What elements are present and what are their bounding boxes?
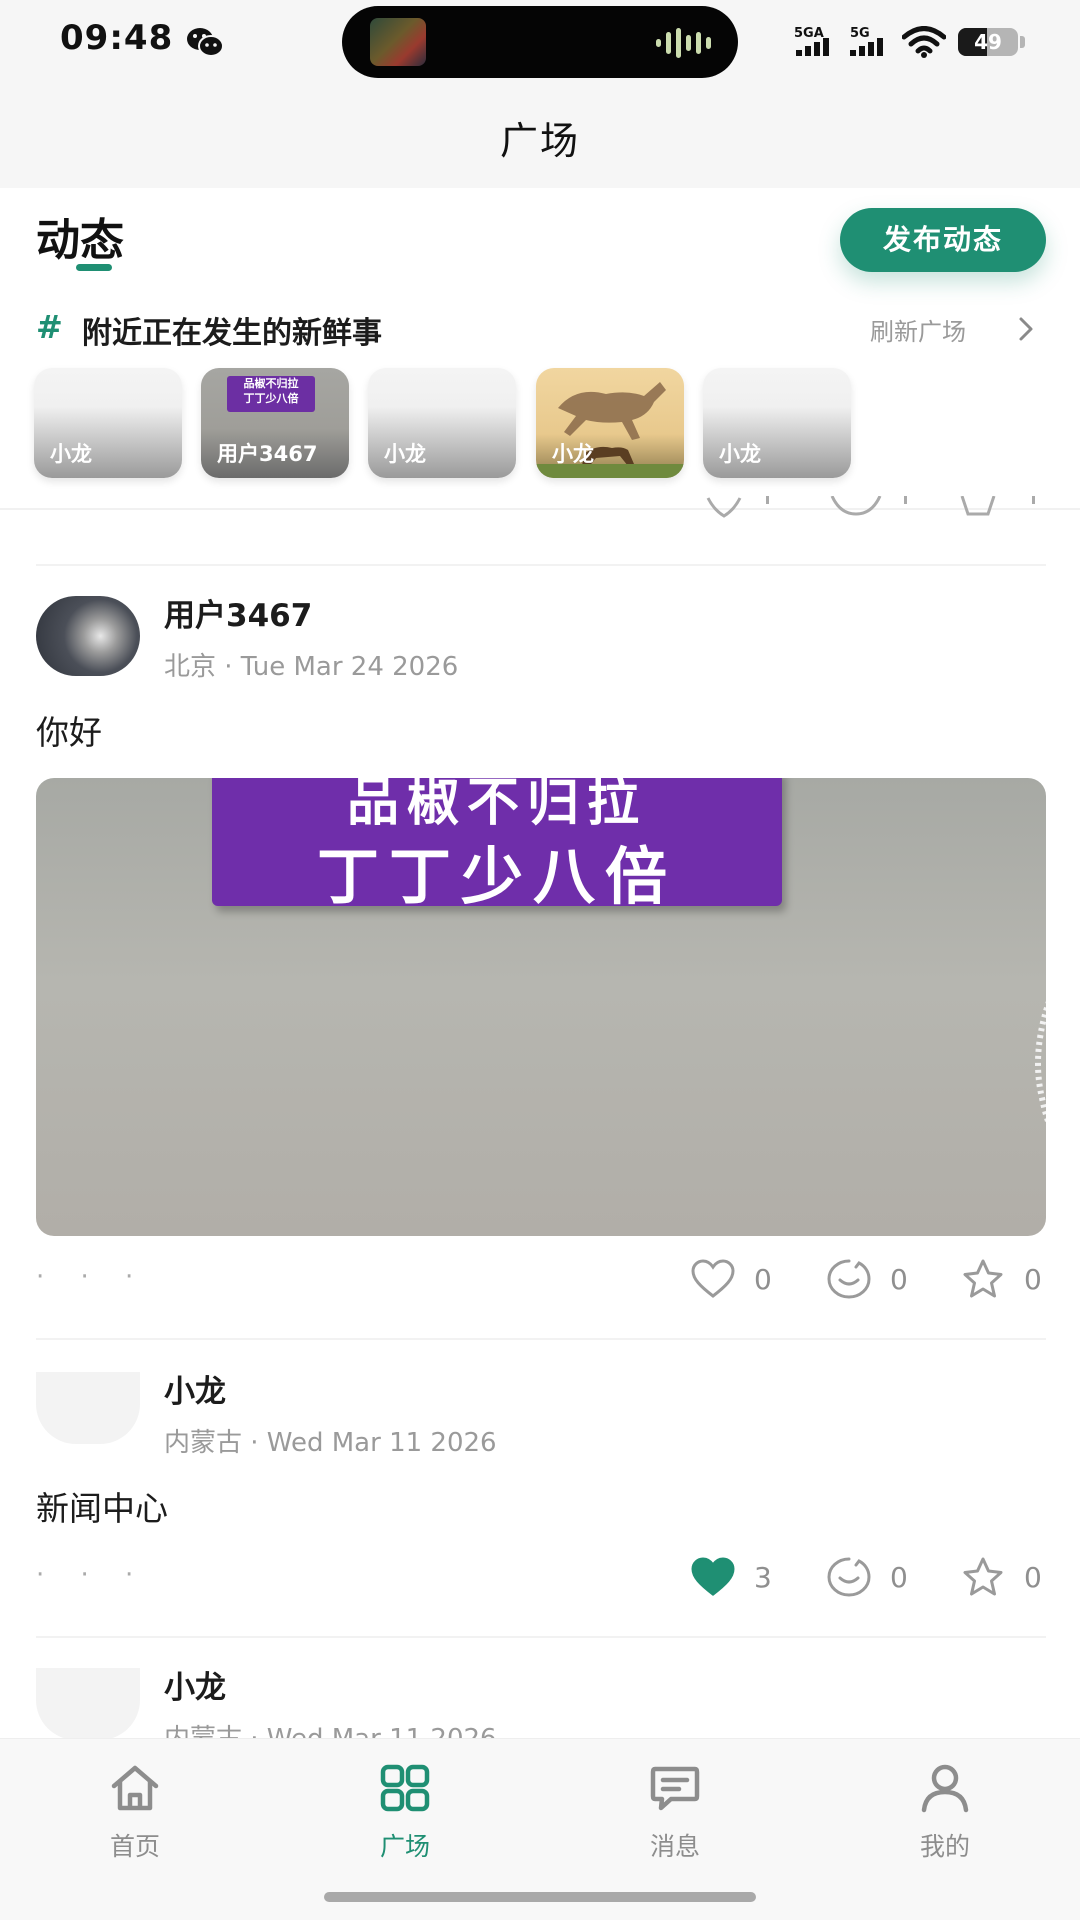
page-title: 广场 <box>499 119 580 163</box>
tab-label: 广场 <box>379 1832 430 1861</box>
status-time: 09:48 <box>60 18 174 58</box>
story-name: 小龙 <box>719 442 761 466</box>
dynamic-island[interactable] <box>342 6 738 78</box>
post-divider <box>36 564 1046 566</box>
post-image-sign: 品椒不归拉 丁丁少八倍 <box>212 778 782 913</box>
section-title-underline <box>76 264 112 271</box>
avatar[interactable] <box>36 596 140 676</box>
tab-label: 我的 <box>919 1832 970 1861</box>
post-author[interactable]: 小龙 <box>164 1366 226 1411</box>
more-options-button[interactable]: · · · <box>36 1560 147 1590</box>
star-icon <box>963 1259 1003 1298</box>
like-count: 3 <box>754 1560 772 1594</box>
post-content: 新闻中心 <box>36 1489 168 1528</box>
post-author[interactable]: 用户3467 <box>164 590 312 635</box>
favorite-button[interactable]: 0 <box>960 1256 1042 1302</box>
hashtag-icon: # <box>36 308 63 346</box>
story-sign-line: 品椒不归拉 <box>243 377 299 390</box>
star-icon <box>963 1557 1003 1596</box>
wechat-icon <box>187 28 224 57</box>
tab-messages[interactable]: 消息 <box>600 1763 750 1873</box>
post-divider <box>36 1636 1046 1638</box>
favorite-button[interactable]: 0 <box>960 1554 1042 1600</box>
comment-button[interactable]: 0 <box>826 1554 908 1600</box>
favorite-count: 0 <box>1024 1262 1042 1296</box>
favorite-count: 0 <box>1024 1560 1042 1594</box>
heart-icon <box>691 1259 735 1298</box>
comment-icon <box>827 1259 871 1299</box>
section-title-feed[interactable]: 动态 <box>36 204 124 268</box>
chevron-right-icon[interactable] <box>1016 316 1036 342</box>
post-image[interactable]: 品椒不归拉 丁丁少八倍 <box>36 778 1046 1236</box>
tab-label: 首页 <box>109 1832 160 1861</box>
message-icon <box>650 1766 700 1811</box>
status-bar: 09:48 5GA 5G 49 <box>0 0 1080 84</box>
tab-square[interactable]: 广场 <box>330 1763 480 1873</box>
tab-label: 消息 <box>649 1832 700 1861</box>
post-location-date: 内蒙古 · Wed Mar 11 2026 <box>164 1428 497 1458</box>
signal-bars-icon <box>796 38 829 56</box>
story-card[interactable]: 小龙 <box>536 368 684 478</box>
post-content: 你好 <box>36 713 102 752</box>
home-indicator[interactable] <box>324 1892 756 1902</box>
story-name: 小龙 <box>384 442 426 466</box>
battery-indicator: 49 <box>958 28 1018 56</box>
home-icon <box>111 1765 159 1811</box>
comment-icon <box>827 1557 871 1597</box>
user-icon <box>921 1764 969 1813</box>
refresh-square-link[interactable]: 刷新广场 <box>870 312 966 347</box>
grid-icon <box>380 1764 430 1812</box>
comment-count: 0 <box>890 1262 908 1296</box>
post-location-date: 北京 · Tue Mar 24 2026 <box>164 652 459 682</box>
like-count: 0 <box>754 1262 772 1296</box>
sign-text-line: 丁丁少八倍 <box>316 840 677 913</box>
wifi-icon <box>902 26 946 58</box>
story-sign-line: 丁丁少八倍 <box>243 392 299 405</box>
avatar[interactable] <box>36 1372 140 1444</box>
battery-cap <box>1020 36 1025 48</box>
tab-home[interactable]: 首页 <box>60 1763 210 1873</box>
audio-wave-icon <box>656 28 711 58</box>
comment-count: 0 <box>890 1560 908 1594</box>
heart-filled-icon <box>691 1557 735 1596</box>
nav-bar: 广场 <box>0 84 1080 188</box>
previous-post-actions-partial <box>706 496 1035 518</box>
post-divider <box>36 1338 1046 1340</box>
signal-bars-icon <box>850 38 883 56</box>
avatar[interactable] <box>36 1668 140 1740</box>
like-button[interactable]: 3 <box>690 1554 772 1600</box>
story-card[interactable]: 品椒不归拉 丁丁少八倍 用户3467 <box>201 368 349 478</box>
story-card[interactable]: 小龙 <box>368 368 516 478</box>
post-author[interactable]: 小龙 <box>164 1662 226 1707</box>
tab-profile[interactable]: 我的 <box>870 1763 1020 1873</box>
story-name: 用户3467 <box>217 442 318 466</box>
battery-percent: 49 <box>974 30 1002 54</box>
story-thumbnail-sign: 品椒不归拉 丁丁少八倍 <box>227 376 315 412</box>
nearby-section-title: 附近正在发生的新鲜事 <box>82 316 382 351</box>
story-card[interactable]: 小龙 <box>34 368 182 478</box>
story-name: 小龙 <box>50 442 92 466</box>
now-playing-artwork[interactable] <box>370 18 426 66</box>
story-name: 小龙 <box>552 442 594 466</box>
publish-post-button[interactable]: 发布动态 <box>840 208 1046 272</box>
story-card[interactable]: 小龙 <box>703 368 851 478</box>
more-options-button[interactable]: · · · <box>36 1262 147 1292</box>
post-image-beads <box>1035 1001 1046 1125</box>
comment-button[interactable]: 0 <box>826 1256 908 1302</box>
like-button[interactable]: 0 <box>690 1256 772 1302</box>
